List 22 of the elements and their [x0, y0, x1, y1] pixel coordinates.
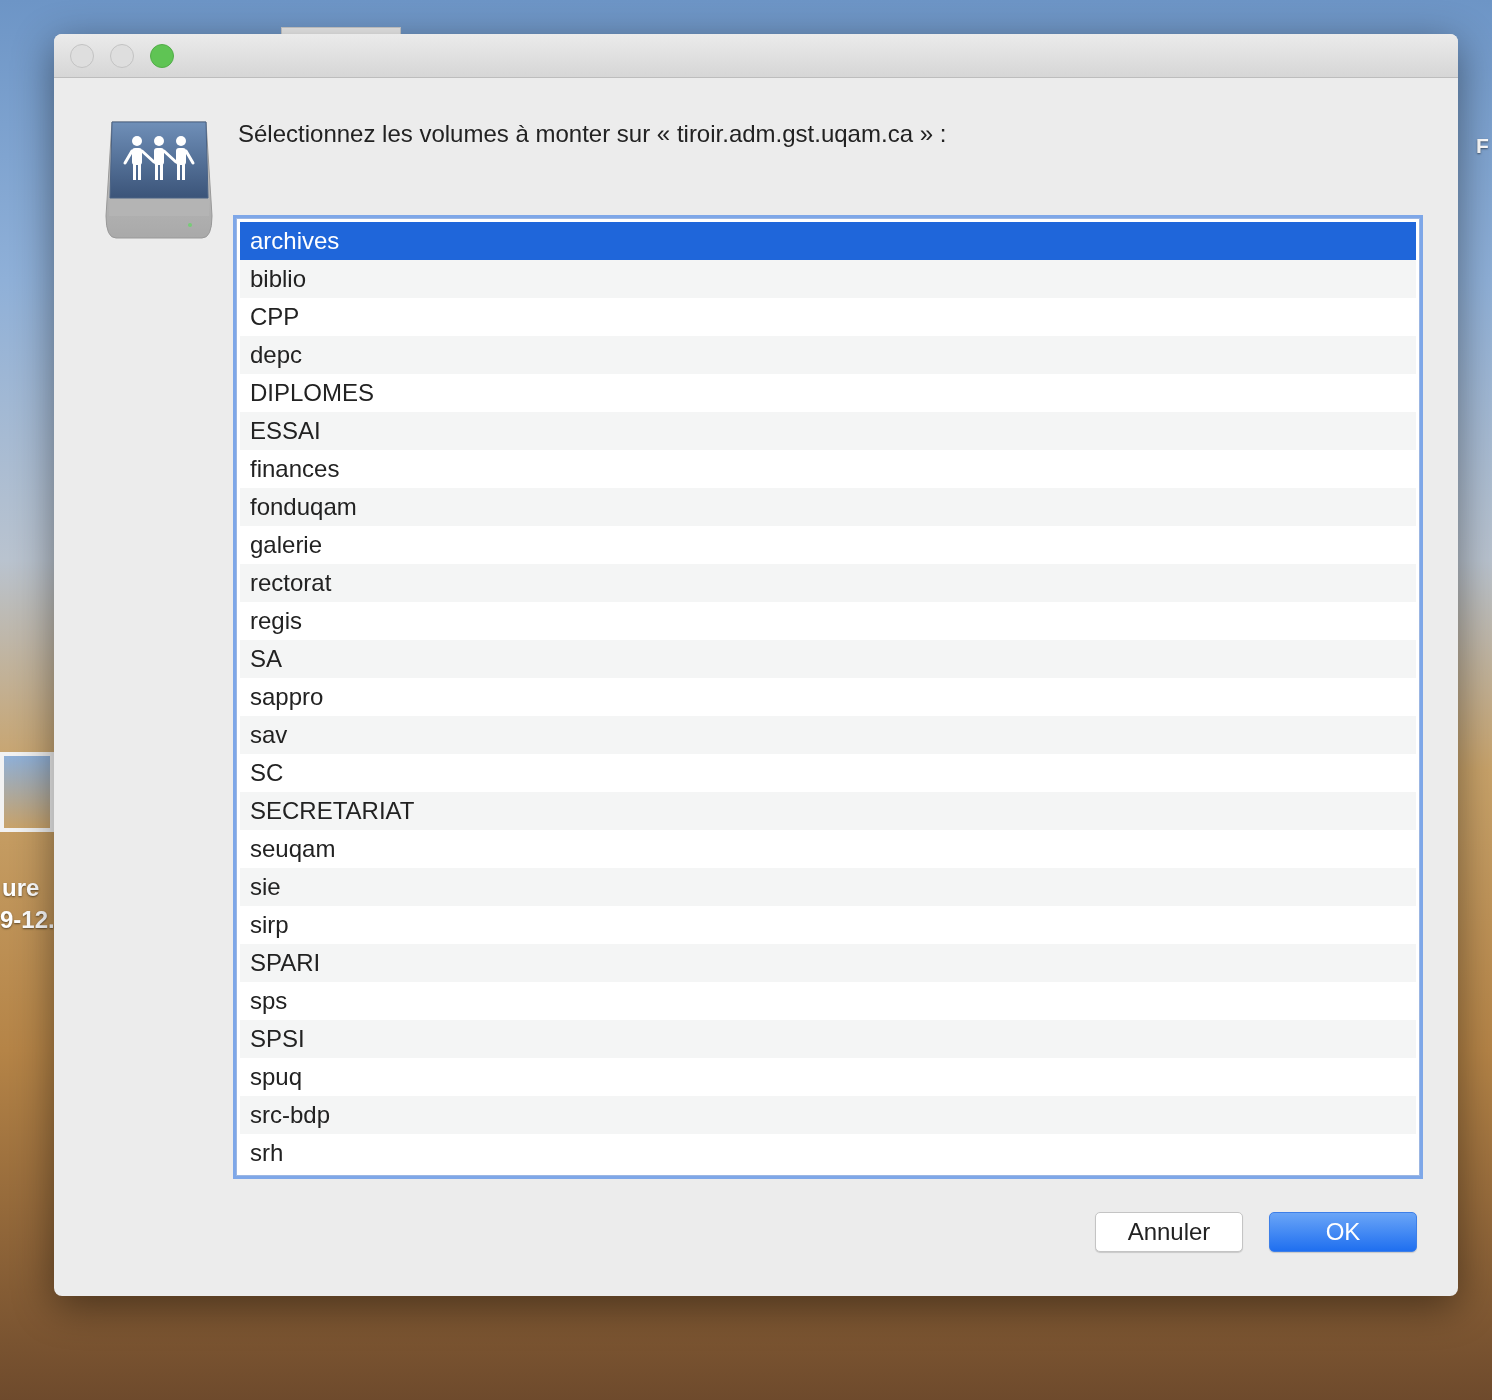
prompt-text: Sélectionnez les volumes à monter sur « tiroir.adm.gst.uqam.ca » : — [238, 120, 947, 149]
volume-list-item[interactable]: SECRETARIAT — [240, 792, 1416, 830]
volume-list-item[interactable]: sav — [240, 716, 1416, 754]
desktop-file-label: ure — [2, 874, 40, 902]
volume-list-item[interactable]: SPARI — [240, 944, 1416, 982]
shared-drive-icon — [104, 120, 214, 240]
desktop-file-label: F — [1476, 134, 1489, 158]
volume-list-item[interactable]: sie — [240, 868, 1416, 906]
zoom-button[interactable] — [150, 43, 174, 68]
volume-list-item[interactable]: fonduqam — [240, 488, 1416, 526]
volume-list-item[interactable]: depc — [240, 336, 1416, 374]
volume-list-item[interactable]: SA — [240, 640, 1416, 678]
volume-list-item[interactable]: rectorat — [240, 564, 1416, 602]
volume-list-item[interactable]: ESSAI — [240, 412, 1416, 450]
volume-list-item[interactable]: archives — [240, 222, 1416, 260]
volume-list-item[interactable]: biblio — [240, 260, 1416, 298]
cancel-button[interactable]: Annuler — [1095, 1212, 1243, 1252]
desktop-file-label: 9-12. — [0, 906, 55, 934]
volume-list-item[interactable]: SPSI — [240, 1020, 1416, 1058]
volume-list-item[interactable]: src-bdp — [240, 1096, 1416, 1134]
minimize-button[interactable] — [110, 43, 134, 68]
close-button[interactable] — [70, 43, 94, 68]
